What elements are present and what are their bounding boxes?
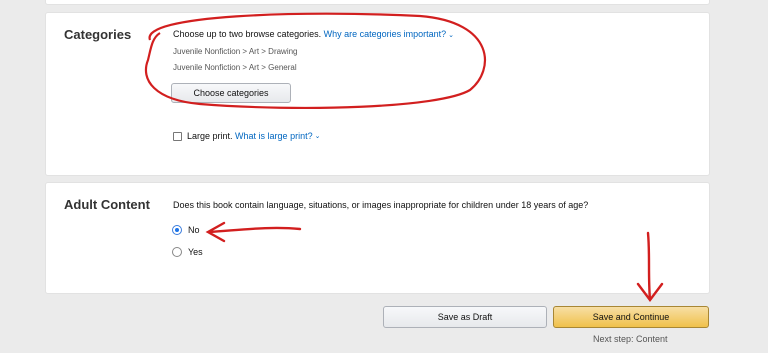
next-step-text: Next step: Content	[593, 334, 668, 344]
previous-section-card	[46, 0, 709, 4]
categories-help-link[interactable]: Why are categories important?	[324, 29, 447, 39]
large-print-help-link[interactable]: What is large print?	[235, 131, 313, 141]
categories-title: Categories	[64, 27, 132, 42]
radio-option-yes[interactable]: Yes	[172, 247, 203, 257]
large-print-label: Large print.	[187, 131, 233, 141]
adult-content-title: Adult Content	[64, 197, 150, 212]
categories-prompt: Choose up to two browse categories. Why …	[173, 29, 454, 39]
radio-no[interactable]	[172, 225, 182, 235]
selected-category-1: Juvenile Nonfiction > Art > Drawing	[173, 47, 298, 56]
radio-no-label: No	[188, 225, 200, 235]
categories-section: Categories Choose up to two browse categ…	[46, 13, 709, 175]
adult-content-section: Adult Content Does this book contain lan…	[46, 183, 709, 293]
save-as-draft-button[interactable]: Save as Draft	[383, 306, 547, 328]
large-print-checkbox[interactable]	[173, 131, 182, 141]
chevron-down-icon[interactable]: ⌄	[448, 32, 454, 39]
choose-categories-button[interactable]: Choose categories	[171, 83, 291, 103]
save-and-continue-button[interactable]: Save and Continue	[553, 306, 709, 328]
chevron-down-icon[interactable]: ⌄	[315, 132, 321, 140]
selected-category-2: Juvenile Nonfiction > Art > General	[173, 63, 297, 72]
adult-content-question: Does this book contain language, situati…	[173, 200, 589, 210]
radio-yes[interactable]	[172, 247, 182, 257]
radio-yes-label: Yes	[188, 247, 203, 257]
categories-prompt-text: Choose up to two browse categories.	[173, 29, 322, 39]
radio-option-no[interactable]: No	[172, 225, 200, 235]
large-print-row: Large print. What is large print? ⌄	[173, 131, 320, 141]
